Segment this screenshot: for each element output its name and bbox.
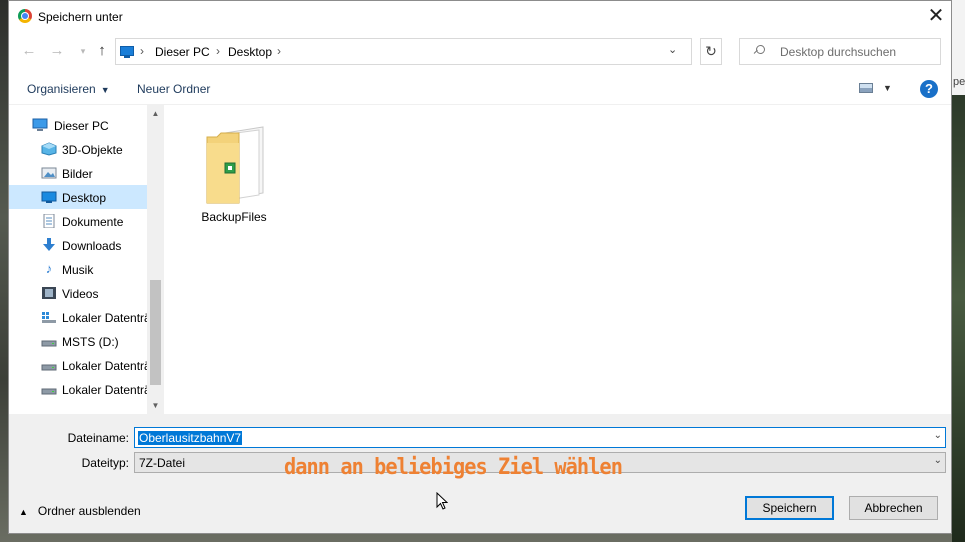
breadcrumb-desktop[interactable]: Desktop [228, 45, 272, 59]
filename-value: OberlausitzbahnV7 [138, 431, 243, 445]
file-name: BackupFiles [201, 210, 267, 224]
filetype-value: 7Z-Datei [139, 456, 186, 470]
breadcrumb-separator-icon[interactable]: › [216, 44, 220, 58]
caret-up-icon: ▲ [19, 507, 28, 517]
music-note-icon: ♪ [45, 261, 53, 276]
breadcrumb-dieser-pc[interactable]: Dieser PC [155, 45, 210, 59]
sidebar-item-downloads[interactable]: Downloads [9, 233, 147, 257]
sidebar-item-videos[interactable]: Videos [9, 281, 147, 305]
document-icon [41, 213, 57, 229]
sidebar-item-lokaler-datentraeger-f[interactable]: Lokaler Datenträ [9, 377, 151, 401]
sidebar-item-label: Musik [62, 263, 94, 277]
sidebar-item-label: Bilder [62, 167, 93, 181]
chevron-down-icon[interactable]: ⌄ [668, 43, 677, 56]
search-input[interactable]: Desktop durchsuchen [739, 38, 941, 65]
hide-folders-label: Ordner ausblenden [37, 504, 141, 518]
breadcrumb-separator-icon[interactable]: › [277, 44, 281, 58]
computer-icon [32, 118, 48, 132]
refresh-icon[interactable]: ↻ [700, 38, 722, 65]
breadcrumb-separator-icon[interactable]: › [140, 44, 144, 58]
navigation-bar: ← → ▾ ↑ › Dieser PC › Desktop › ⌄ ↻ Desk… [9, 35, 951, 69]
sidebar-item-label: Lokaler Datenträ [62, 383, 151, 397]
command-bar: Organisieren ▼ Neuer Ordner ▼ ? [9, 72, 951, 105]
pictures-icon [41, 166, 57, 180]
sidebar-item-label: Dokumente [62, 215, 124, 229]
up-arrow-icon[interactable]: ↑ [93, 42, 111, 60]
computer-icon [120, 46, 134, 58]
scroll-down-icon[interactable]: ▼ [147, 397, 164, 414]
organize-menu[interactable]: Organisieren ▼ [27, 82, 110, 96]
organize-label: Organisieren [27, 82, 96, 96]
view-options-caret-icon[interactable]: ▼ [883, 83, 892, 93]
view-mode-icon[interactable] [859, 83, 873, 93]
sidebar-item-lokaler-datentraeger-e[interactable]: Lokaler Datenträ [9, 353, 151, 377]
back-arrow-icon[interactable]: ← [20, 42, 38, 60]
search-icon [754, 45, 765, 55]
title-bar: Speichern unter ✕ [9, 1, 951, 32]
filetype-label: Dateityp: [81, 456, 129, 470]
scroll-up-icon[interactable]: ▲ [147, 105, 164, 122]
save-button[interactable]: Speichern [745, 496, 834, 520]
cube-icon [41, 142, 57, 156]
file-list: BackupFiles [165, 105, 951, 414]
sidebar-item-desktop[interactable]: Desktop [9, 185, 147, 209]
filename-label: Dateiname: [67, 431, 129, 445]
sidebar-item-label: Dieser PC [54, 119, 109, 133]
chevron-down-icon[interactable]: ⌄ [934, 430, 942, 441]
search-placeholder: Desktop durchsuchen [780, 45, 897, 59]
sidebar-item-label: Downloads [62, 239, 122, 253]
film-icon [41, 286, 57, 300]
sidebar-item-label: Lokaler Datenträ [62, 359, 151, 373]
folder-icon [203, 121, 267, 207]
sidebar-item-musik[interactable]: ♪ Musik [9, 257, 147, 281]
sidebar-item-msts-d[interactable]: MSTS (D:) [9, 329, 147, 353]
hide-folders-toggle[interactable]: ▲ Ordner ausblenden [19, 504, 141, 518]
drive-icon [41, 334, 57, 348]
desktop-icon [41, 190, 57, 204]
sidebar-item-label: MSTS (D:) [62, 335, 119, 349]
save-as-dialog: Speichern unter ✕ ← → ▾ ↑ › Dieser PC › … [8, 0, 952, 534]
help-icon[interactable]: ? [920, 80, 938, 98]
sidebar-item-label: Desktop [62, 191, 107, 205]
download-arrow-icon [41, 238, 57, 252]
close-icon[interactable]: ✕ [921, 1, 951, 31]
drive-icon [41, 382, 57, 396]
window-title: Speichern unter [38, 10, 123, 24]
recent-dropdown-icon[interactable]: ▾ [74, 42, 92, 60]
sidebar-item-dieser-pc[interactable]: Dieser PC [9, 113, 147, 137]
cancel-button[interactable]: Abbrechen [849, 496, 938, 520]
sidebar-item-lokaler-datentraeger-c[interactable]: Lokaler Datenträ [9, 305, 151, 329]
address-bar[interactable]: › Dieser PC › Desktop › ⌄ [115, 38, 692, 65]
instruction-annotation: dann an beliebiges Ziel wählen [284, 455, 623, 480]
sidebar-item-3d-objekte[interactable]: 3D-Objekte [9, 137, 147, 161]
scroll-thumb[interactable] [150, 280, 161, 385]
caret-down-icon: ▼ [100, 85, 110, 95]
background-window-edge: pel [952, 0, 965, 542]
windows-drive-icon [41, 310, 57, 324]
new-folder-button[interactable]: Neuer Ordner [137, 82, 210, 96]
save-options-panel: Dateiname: OberlausitzbahnV7 ⌄ Dateityp:… [9, 414, 951, 533]
background-edge-text: pel [953, 76, 965, 88]
chrome-icon [18, 9, 32, 23]
chevron-down-icon[interactable]: ⌄ [934, 455, 942, 466]
mouse-cursor-icon [436, 492, 448, 510]
sidebar-item-dokumente[interactable]: Dokumente [9, 209, 147, 233]
file-item-backupfiles[interactable]: BackupFiles [189, 115, 279, 225]
sidebar-item-label: Videos [62, 287, 99, 301]
sidebar-scrollbar[interactable]: ▲ ▼ [147, 105, 164, 414]
sidebar-item-bilder[interactable]: Bilder [9, 161, 147, 185]
forward-arrow-icon[interactable]: → [48, 42, 66, 60]
filename-field[interactable]: OberlausitzbahnV7 ⌄ [134, 427, 946, 448]
drive-icon [41, 358, 57, 372]
sidebar-item-label: Lokaler Datenträ [62, 311, 151, 325]
sidebar-item-label: 3D-Objekte [62, 143, 123, 157]
navigation-pane: Dieser PC 3D-Objekte Bilder Desktop Doku… [9, 105, 164, 414]
